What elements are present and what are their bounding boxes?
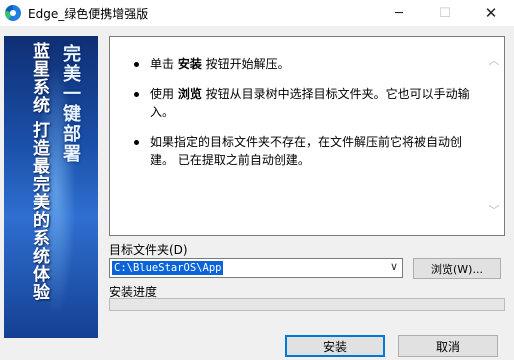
chevron-down-icon[interactable]: ∨ [390, 260, 398, 273]
scroll-down-icon[interactable]: ﹀ [488, 205, 500, 217]
close-button[interactable]: ✕ [468, 0, 514, 26]
destination-label: 目标文件夹(D) [109, 243, 188, 257]
instructions-list: 单击 安装 按钮开始解压。 使用 浏览 按钮从目录树中选择目标文件夹。它也可以手… [132, 55, 472, 181]
scroll-up-icon[interactable]: ︿ [488, 55, 500, 67]
banner-tagline: 蓝星系统 打造最完美的系统体验 [29, 42, 49, 301]
installer-banner: 蓝星系统 打造最完美的系统体验 完美一键部署 [4, 36, 98, 338]
instruction-item: 使用 浏览 按钮从目录树中选择目标文件夹。它也可以手动输入。 [132, 85, 472, 121]
install-progress-bar [109, 298, 505, 311]
minimize-button[interactable]: ─ [376, 0, 422, 26]
destination-combobox[interactable]: C:\BlueStarOS\App ∨ [109, 258, 403, 278]
close-icon: ✕ [484, 4, 498, 22]
edge-app-icon [5, 5, 21, 21]
install-button[interactable]: 安装 [285, 335, 385, 357]
title-bar: Edge_绿色便携增强版 ─ ☐ ✕ [0, 0, 514, 26]
instructions-box[interactable]: 单击 安装 按钮开始解压。 使用 浏览 按钮从目录树中选择目标文件夹。它也可以手… [109, 36, 505, 236]
window-title: Edge_绿色便携增强版 [28, 7, 149, 21]
instruction-item: 如果指定的目标文件夹不存在，在文件解压前它将被自动创建。 已在提取之前自动创建。 [132, 133, 472, 169]
instruction-item: 单击 安装 按钮开始解压。 [132, 55, 472, 73]
cancel-button[interactable]: 取消 [398, 335, 498, 357]
browse-button[interactable]: 浏览(W)... [413, 258, 501, 279]
maximize-icon: ☐ [439, 5, 451, 21]
banner-headline: 完美一键部署 [60, 44, 81, 164]
maximize-button[interactable]: ☐ [422, 0, 468, 26]
minimize-icon: ─ [395, 5, 403, 21]
destination-value[interactable]: C:\BlueStarOS\App [112, 261, 224, 275]
